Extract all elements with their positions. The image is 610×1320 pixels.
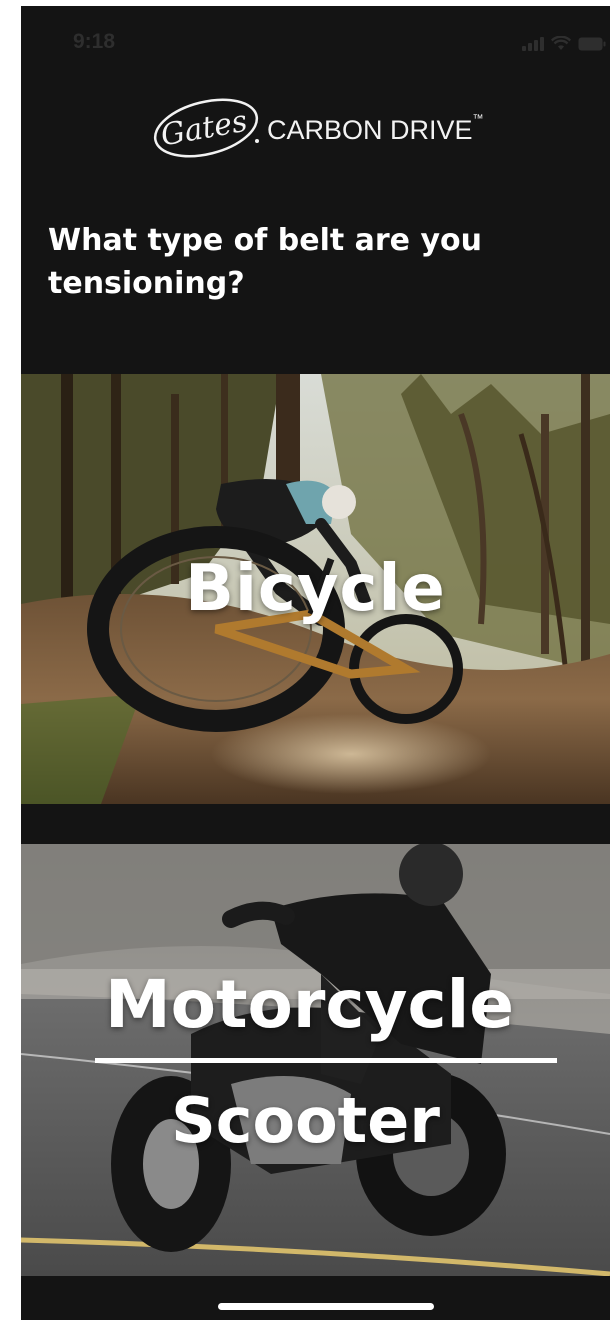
status-icons	[522, 36, 606, 51]
brand-header: Gates CARBON DRIVE™	[151, 92, 511, 162]
status-time: 9:18	[73, 30, 116, 53]
app-screen: 9:18 Gates CARBON DRIVE™ What type of be…	[21, 6, 610, 1320]
trademark-mark: ™	[472, 112, 484, 125]
wifi-icon	[551, 36, 571, 51]
label-divider	[95, 1058, 557, 1063]
bicycle-option[interactable]: Bicycle	[21, 374, 610, 804]
brand-name: CARBON DRIVE™	[267, 112, 484, 146]
battery-icon	[578, 37, 606, 51]
gates-logo-script: Gates	[158, 104, 250, 154]
page-question: What type of belt are you tensioning?	[48, 223, 482, 301]
status-bar: 9:18	[21, 6, 610, 76]
signal-icon	[522, 37, 544, 51]
bicycle-label: Bicycle	[185, 552, 446, 626]
motorcycle-scooter-option[interactable]: Motorcycle Scooter	[21, 844, 610, 1276]
motorcycle-label: Motorcycle	[104, 966, 515, 1043]
scooter-label: Scooter	[171, 1084, 440, 1157]
home-indicator[interactable]	[218, 1303, 434, 1310]
gates-logo: Gates	[153, 98, 259, 158]
brand-name-text: CARBON DRIVE	[267, 114, 473, 145]
